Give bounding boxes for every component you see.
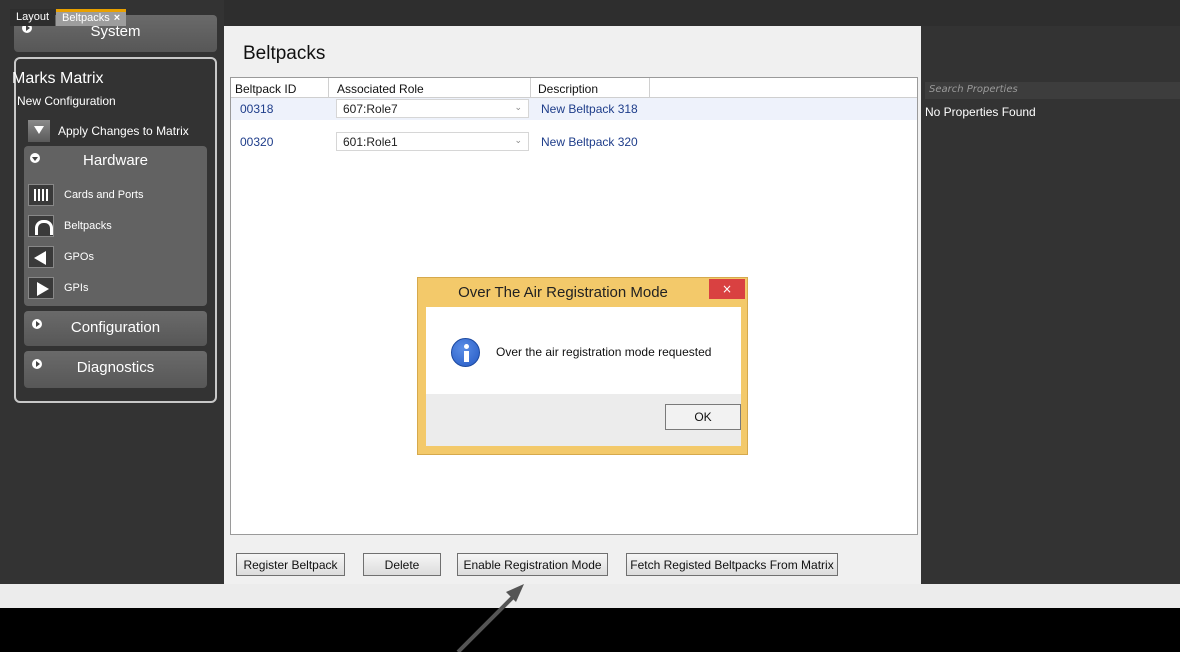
hardware-section-label: Hardware xyxy=(82,152,149,169)
column-divider xyxy=(328,78,329,98)
dialog-close-button[interactable]: × xyxy=(709,279,745,299)
gpo-icon xyxy=(28,246,54,268)
configuration-section-header[interactable]: Configuration xyxy=(24,311,207,346)
hardware-section-header[interactable]: Hardware xyxy=(24,146,207,176)
role-dropdown-value: 607:Role7 xyxy=(343,102,398,116)
table-row[interactable]: 00318 607:Role7 ⌄ New Beltpack 318 xyxy=(231,98,917,120)
apply-download-icon xyxy=(28,120,50,142)
tab-label: Beltpacks xyxy=(62,12,110,24)
info-icon xyxy=(451,338,480,367)
role-dropdown-value: 601:Role1 xyxy=(343,135,398,149)
register-beltpack-button[interactable]: Register Beltpack xyxy=(236,553,345,576)
chevron-down-icon: ⌄ xyxy=(514,102,522,112)
tab-layout[interactable]: Layout xyxy=(10,9,56,26)
column-header-associated-role[interactable]: Associated Role xyxy=(337,82,424,96)
apply-changes-button[interactable]: Apply Changes to Matrix xyxy=(28,120,189,142)
sidebar-item-gpis[interactable]: GPIs xyxy=(28,276,88,300)
description-cell: New Beltpack 320 xyxy=(541,135,638,149)
headset-icon xyxy=(28,215,54,237)
diagnostics-section-header[interactable]: Diagnostics xyxy=(24,351,207,388)
description-cell: New Beltpack 318 xyxy=(541,102,638,116)
column-header-beltpack-id[interactable]: Beltpack ID xyxy=(235,82,296,96)
role-dropdown[interactable]: 607:Role7 ⌄ xyxy=(336,99,529,118)
table-row[interactable]: 00320 601:Role1 ⌄ New Beltpack 320 xyxy=(231,131,917,153)
page-title: Beltpacks xyxy=(243,43,326,64)
table-header: Beltpack ID Associated Role Description xyxy=(231,78,917,98)
dialog-title: Over The Air Registration Mode xyxy=(458,284,668,301)
apply-changes-label: Apply Changes to Matrix xyxy=(58,124,189,138)
tab-beltpacks[interactable]: Beltpacks × xyxy=(56,9,127,26)
sidebar-item-label: Beltpacks xyxy=(64,220,112,232)
status-bar xyxy=(0,584,1180,608)
sidebar-item-label: Cards and Ports xyxy=(64,189,144,201)
sidebar-item-gpos[interactable]: GPOs xyxy=(28,245,94,269)
properties-search-input[interactable]: Search Properties xyxy=(925,82,1180,99)
beltpack-id-cell: 00318 xyxy=(240,102,274,116)
dialog-body: Over the air registration mode requested… xyxy=(426,307,741,446)
ok-button[interactable]: OK xyxy=(665,404,741,430)
configuration-name: New Configuration xyxy=(17,94,116,108)
arrow-shaft xyxy=(456,590,520,652)
cards-ports-icon xyxy=(28,184,54,206)
sidebar-item-label: GPIs xyxy=(64,282,89,294)
enable-registration-mode-button[interactable]: Enable Registration Mode xyxy=(457,553,608,576)
close-tab-icon[interactable]: × xyxy=(114,12,120,24)
annotation-arrow-icon xyxy=(456,584,524,652)
delete-button[interactable]: Delete xyxy=(363,553,441,576)
matrix-title: Marks Matrix xyxy=(12,70,104,87)
sidebar-item-beltpacks[interactable]: Beltpacks xyxy=(28,214,112,238)
diagnostics-section-label: Diagnostics xyxy=(76,359,155,376)
tab-strip xyxy=(224,0,1180,26)
column-divider xyxy=(530,78,531,98)
bottom-black-band xyxy=(0,608,1180,652)
chevron-down-icon: ⌄ xyxy=(514,135,522,145)
tab-label: Layout xyxy=(16,11,50,23)
sidebar-item-cards-ports[interactable]: Cards and Ports xyxy=(28,183,143,207)
dialog-message: Over the air registration mode requested xyxy=(496,345,712,359)
column-divider xyxy=(649,78,650,98)
beltpack-id-cell: 00320 xyxy=(240,135,274,149)
fetch-beltpacks-button[interactable]: Fetch Registed Beltpacks From Matrix xyxy=(626,553,838,576)
role-dropdown[interactable]: 601:Role1 ⌄ xyxy=(336,132,529,151)
registration-dialog: Over The Air Registration Mode × Over th… xyxy=(417,277,748,455)
column-header-description[interactable]: Description xyxy=(538,82,598,96)
configuration-section-label: Configuration xyxy=(70,319,161,336)
gpi-icon xyxy=(28,277,54,299)
properties-empty-text: No Properties Found xyxy=(925,105,1036,119)
sidebar-item-label: GPOs xyxy=(64,251,94,263)
